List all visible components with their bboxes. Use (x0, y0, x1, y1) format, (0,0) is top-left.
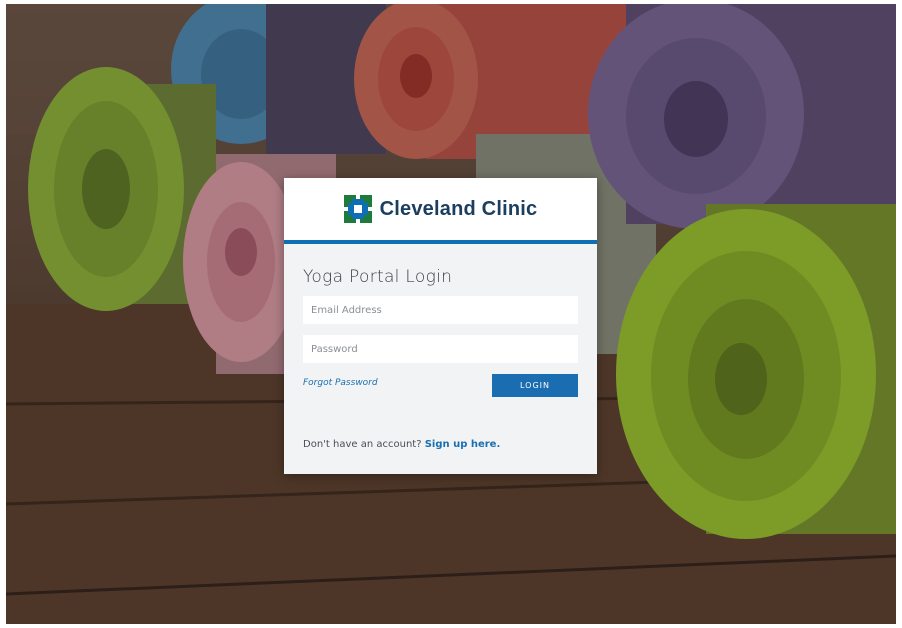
login-form: Yoga Portal Login Forgot Password LOGIN … (284, 267, 597, 450)
form-actions: Forgot Password LOGIN (303, 374, 578, 397)
login-card: Cleveland Clinic Yoga Portal Login Forgo… (284, 178, 597, 474)
cleveland-clinic-logo-icon (343, 195, 372, 223)
card-header: Cleveland Clinic (284, 178, 597, 244)
brand-name: Cleveland Clinic (379, 197, 538, 220)
forgot-password-link[interactable]: Forgot Password (303, 378, 378, 388)
login-button[interactable]: LOGIN (492, 374, 578, 397)
email-field[interactable] (303, 296, 578, 324)
signup-prompt-text: Don't have an account? (303, 439, 422, 450)
password-field[interactable] (303, 335, 578, 363)
signup-prompt: Don't have an account? Sign up here. (303, 439, 578, 450)
page-title: Yoga Portal Login (303, 267, 453, 287)
signup-link[interactable]: Sign up here. (425, 439, 501, 450)
